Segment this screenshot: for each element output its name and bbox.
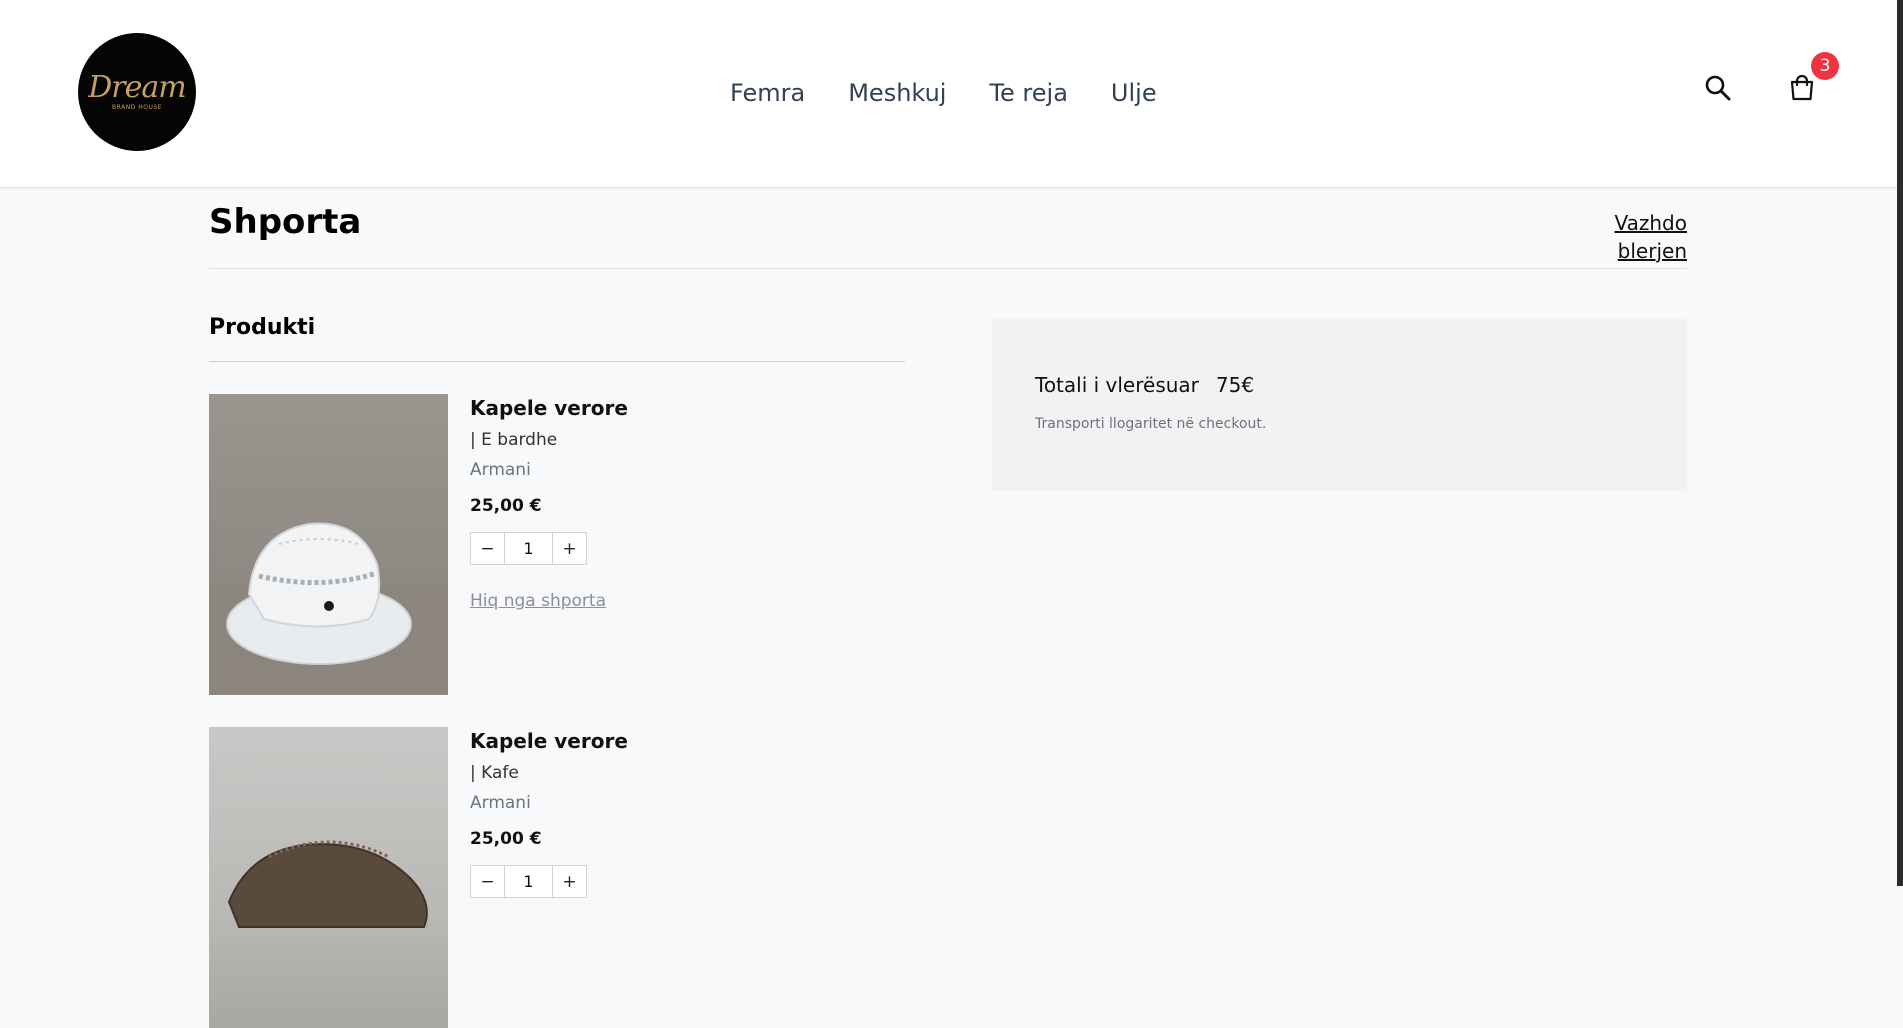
estimated-total: Totali i vlerësuar 75€ (1035, 373, 1254, 397)
cart-item: Kapele verore | E bardhe Armani 25,00 € … (209, 394, 909, 704)
product-price: 25,00 € (470, 496, 542, 516)
brand-logo[interactable]: Dream BRAND HOUSE (78, 33, 196, 151)
products-divider (209, 361, 905, 362)
nav-link-ulje[interactable]: Ulje (1111, 74, 1157, 112)
shipping-note: Transporti llogaritet në checkout. (1035, 416, 1267, 432)
cart-item-info: Kapele verore | E bardhe Armani 25,00 € … (470, 394, 628, 613)
title-divider (209, 268, 1687, 269)
cart-item-info: Kapele verore | Kafe Armani 25,00 € − 1 … (470, 727, 628, 898)
continue-shopping-link[interactable]: Vazhdo blerjen (1546, 209, 1688, 265)
nav-link-femra[interactable]: Femra (730, 74, 805, 112)
product-variant: | E bardhe (470, 430, 558, 450)
decrease-quantity-button[interactable]: − (470, 865, 505, 898)
search-icon[interactable] (1702, 72, 1734, 104)
order-summary: Totali i vlerësuar 75€ Transporti llogar… (992, 319, 1687, 491)
increase-quantity-button[interactable]: + (552, 532, 587, 565)
quantity-stepper: − 1 + (470, 532, 628, 565)
main-nav: Femra Meshkuj Te reja Ulje (730, 74, 1200, 112)
product-image-white-hat[interactable] (209, 394, 448, 695)
page-title: Shporta (209, 202, 362, 242)
cart-count-badge: 3 (1811, 52, 1839, 80)
decrease-quantity-button[interactable]: − (470, 532, 505, 565)
product-brand: Armani (470, 460, 531, 480)
products-column-title: Produkti (209, 315, 316, 340)
product-image-brown-hat[interactable] (209, 727, 448, 1028)
product-price: 25,00 € (470, 829, 542, 849)
product-variant: | Kafe (470, 763, 519, 783)
logo-script: Dream (88, 70, 186, 105)
increase-quantity-button[interactable]: + (552, 865, 587, 898)
quantity-value[interactable]: 1 (505, 532, 552, 565)
total-label: Totali i vlerësuar (1035, 373, 1199, 397)
nav-link-meshkuj[interactable]: Meshkuj (848, 74, 946, 112)
quantity-value[interactable]: 1 (505, 865, 552, 898)
nav-link-te-reja[interactable]: Te reja (989, 74, 1067, 112)
cart-item: Kapele verore | Kafe Armani 25,00 € − 1 … (209, 727, 909, 1028)
total-value: 75€ (1215, 373, 1255, 397)
site-header: Dream BRAND HOUSE Femra Meshkuj Te reja … (0, 0, 1897, 188)
product-name[interactable]: Kapele verore (470, 394, 628, 422)
product-brand: Armani (470, 793, 531, 813)
logo-subtitle: BRAND HOUSE (112, 104, 162, 111)
remove-from-cart-link[interactable]: Hiq nga shporta (470, 589, 606, 613)
quantity-stepper: − 1 + (470, 865, 628, 898)
product-name[interactable]: Kapele verore (470, 727, 628, 755)
page-scrollbar[interactable] (1897, 0, 1903, 886)
shopping-bag-icon[interactable] (1786, 72, 1818, 104)
